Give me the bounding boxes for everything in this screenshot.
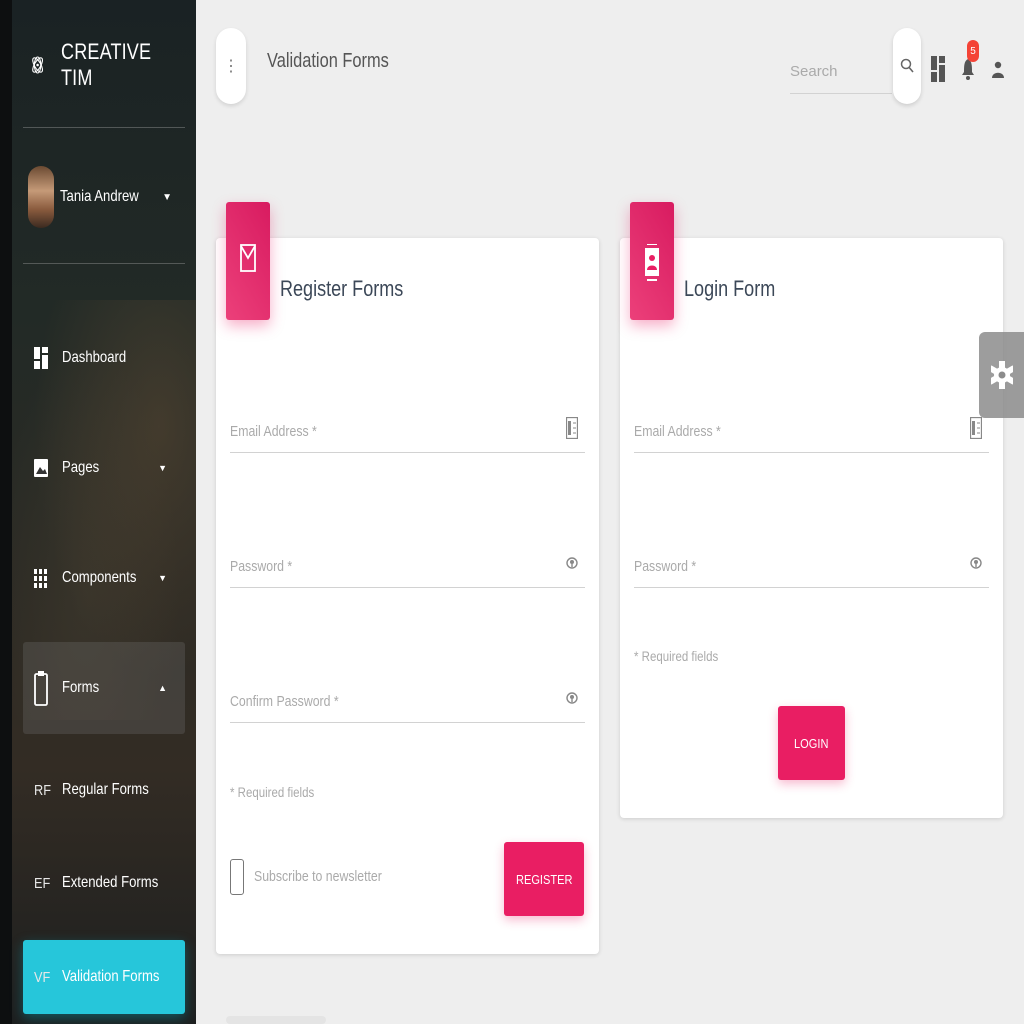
sidebar-item-pages[interactable]: Pages ▼	[23, 446, 185, 490]
image-icon	[34, 457, 48, 479]
clipboard-icon	[34, 671, 48, 706]
sidebar-subitem-abbr: RF	[34, 781, 51, 799]
sidebar-subitem-abbr: EF	[34, 874, 51, 892]
sidebar-item-label: Dashboard	[62, 349, 127, 366]
newsletter-checkbox[interactable]	[230, 859, 244, 895]
footer	[226, 1016, 326, 1024]
caret-down-icon: ▼	[162, 191, 172, 203]
react-logo-icon	[32, 56, 44, 74]
search-icon	[900, 58, 914, 73]
card-header-icon	[226, 202, 270, 320]
password-label: Password *	[230, 558, 293, 575]
apps-grid-icon	[34, 567, 48, 589]
confirm-password-label: Confirm Password *	[230, 693, 339, 710]
sidebar-divider	[23, 127, 185, 128]
lock-icon	[565, 551, 579, 575]
register-email-field[interactable]: Email Address *	[230, 413, 585, 453]
login-button[interactable]: LOGIN	[778, 706, 845, 780]
sidebar-subitem-extended-forms[interactable]: EF Extended Forms	[23, 861, 185, 905]
password-label: Password *	[634, 558, 697, 575]
settings-plugin-button[interactable]	[979, 332, 1024, 418]
caret-up-icon: ▲	[158, 683, 167, 693]
sidebar-subitem-label: Extended Forms	[62, 874, 159, 891]
sidebar: CREATIVE TIM Tania Andrew ▼ Dashboard Pa…	[0, 0, 196, 1024]
email-label: Email Address *	[634, 423, 721, 440]
card-header-icon	[630, 202, 674, 320]
sidebar-subitem-abbr: VF	[34, 968, 51, 986]
sidebar-item-forms[interactable]: Forms ▲	[23, 642, 185, 734]
sidebar-item-components[interactable]: Components ▼	[23, 556, 185, 600]
search-input[interactable]	[790, 50, 892, 94]
contact-icon	[969, 416, 983, 440]
caret-down-icon: ▼	[158, 573, 167, 583]
brand[interactable]: CREATIVE TIM	[28, 39, 196, 90]
more-vert-icon: ⋮	[223, 58, 239, 75]
sidebar-item-label: Pages	[62, 459, 100, 476]
register-button-label: REGISTER	[515, 871, 573, 887]
contacts-icon	[645, 244, 659, 281]
lock-icon	[969, 551, 983, 575]
login-button-label: LOGIN	[794, 735, 829, 751]
brand-name: CREATIVE TIM	[61, 39, 152, 90]
user-menu[interactable]: Tania Andrew ▼	[28, 164, 178, 230]
dashboard-icon	[34, 347, 48, 369]
sidebar-item-dashboard[interactable]: Dashboard	[23, 336, 185, 380]
sidebar-divider	[23, 263, 185, 264]
required-fields-note: * Required fields	[634, 648, 719, 664]
register-button[interactable]: REGISTER	[504, 842, 584, 916]
gear-icon	[990, 361, 1013, 389]
mail-icon	[240, 244, 256, 272]
page-title: Validation Forms	[267, 50, 389, 72]
sidebar-subitem-label: Regular Forms	[62, 781, 149, 798]
newsletter-checkbox-label: Subscribe to newsletter	[254, 868, 382, 885]
sidebar-toggle-button[interactable]: ⋮	[216, 28, 246, 104]
sidebar-subitem-validation-forms[interactable]: VF Validation Forms	[23, 940, 185, 1014]
register-confirm-password-field[interactable]: Confirm Password *	[230, 683, 585, 723]
email-label: Email Address *	[230, 423, 317, 440]
caret-down-icon: ▼	[158, 463, 167, 473]
sidebar-item-label: Components	[62, 569, 137, 586]
sidebar-subitem-regular-forms[interactable]: RF Regular Forms	[23, 768, 185, 812]
notification-badge: 5	[967, 40, 979, 62]
login-password-field[interactable]: Password *	[634, 548, 989, 588]
login-email-field[interactable]: Email Address *	[634, 413, 989, 453]
search-button[interactable]	[893, 28, 921, 104]
contact-icon	[565, 416, 579, 440]
sidebar-subitem-label: Validation Forms	[62, 968, 160, 985]
lock-icon	[565, 686, 579, 710]
sidebar-item-label: Forms	[62, 679, 100, 696]
required-fields-note: * Required fields	[230, 784, 315, 800]
avatar	[28, 166, 54, 228]
person-icon[interactable]	[991, 56, 1005, 82]
dashboard-icon[interactable]	[931, 56, 945, 82]
register-card-title: Register Forms	[280, 276, 404, 301]
user-name: Tania Andrew	[60, 188, 139, 205]
login-card-title: Login Form	[684, 276, 776, 301]
register-password-field[interactable]: Password *	[230, 548, 585, 588]
